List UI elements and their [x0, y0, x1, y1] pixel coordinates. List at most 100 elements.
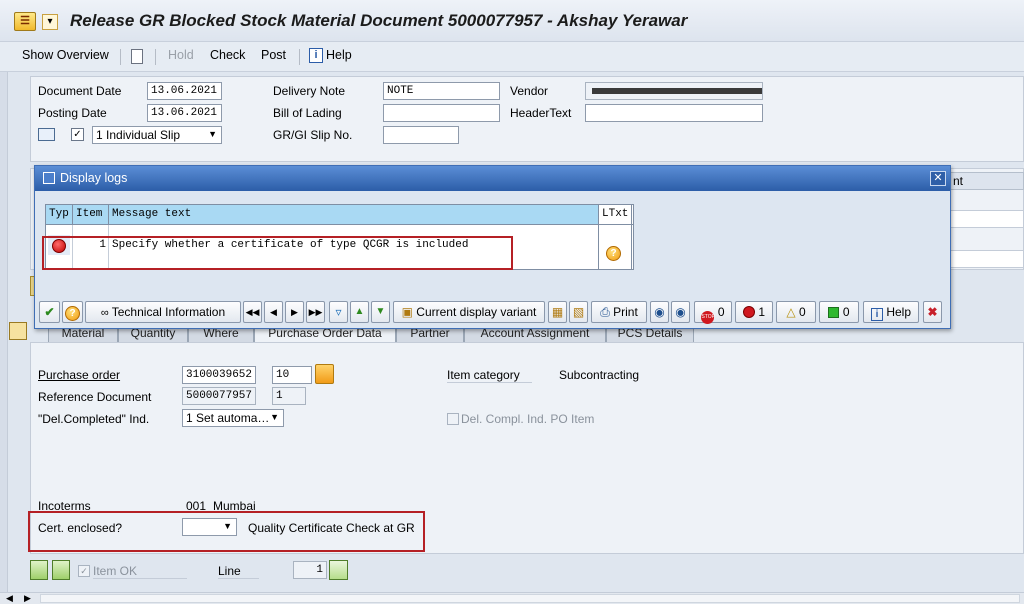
long-text-help-icon[interactable]: ? [606, 246, 621, 261]
sort-descending-icon[interactable]: ▼ [371, 301, 390, 323]
success-filter-button[interactable]: 0 [819, 301, 859, 323]
next-page-icon[interactable]: ▶ [285, 301, 304, 323]
error-filter-button[interactable]: 1 [735, 301, 773, 323]
print-button[interactable]: ⎙ Print [591, 301, 647, 323]
technical-information-button[interactable]: ∞ Technical Information [85, 301, 241, 323]
chevron-down-icon: ▼ [270, 412, 279, 422]
column-header-message[interactable]: Message text [109, 205, 599, 225]
chevron-down-icon: ▼ [223, 521, 232, 531]
vendor-field [585, 82, 763, 100]
application-toolbar: Show Overview Hold Check Post i Help [0, 42, 1024, 72]
del-completed-value: 1 Set automa… [186, 411, 270, 425]
cert-enclosed-select[interactable]: ▼ [182, 518, 237, 536]
column-header-ltxt[interactable]: LTxt [599, 205, 631, 225]
redaction-mark [592, 88, 762, 94]
table-cell [950, 210, 1024, 228]
delivery-note-field[interactable]: NOTE [383, 82, 500, 100]
header-text-label: HeaderText [510, 106, 572, 120]
question-icon: ? [65, 306, 80, 321]
first-page-icon[interactable]: ◀◀ [243, 301, 262, 323]
stop-filter-button[interactable]: STOP 0 [694, 301, 732, 324]
warning-icon: △ [786, 305, 796, 319]
choose-layout-icon[interactable]: ▦ [548, 301, 567, 323]
item-category-value: Subcontracting [559, 368, 640, 382]
delivery-note-label: Delivery Note [273, 84, 346, 98]
last-page-icon[interactable]: ▶▶ [306, 301, 325, 323]
filter-icon[interactable]: ▿ [329, 301, 348, 323]
purchase-order-label[interactable]: Purchase order [38, 368, 120, 382]
info-icon: i [870, 308, 883, 321]
dropdown-arrow-icon[interactable]: ▾ [42, 14, 58, 30]
continue-check-icon[interactable]: ✔ [39, 301, 60, 323]
warning-filter-button[interactable]: △ 0 [776, 301, 816, 323]
stop-icon: STOP [701, 311, 715, 324]
show-overview-button[interactable]: Show Overview [22, 48, 109, 62]
reference-document-label: Reference Document [38, 390, 152, 404]
transaction-menu-icon[interactable]: ☰ [14, 12, 36, 31]
po-display-icon[interactable] [315, 364, 334, 384]
find-icon[interactable]: ◉ [650, 301, 669, 323]
next-item-icon[interactable] [52, 560, 70, 580]
sort-ascending-icon[interactable]: ▲ [350, 301, 369, 323]
position-icon[interactable] [329, 560, 348, 580]
cancel-icon[interactable]: ✖ [923, 301, 942, 323]
error-count: 1 [758, 305, 766, 319]
close-icon[interactable]: ✕ [930, 171, 946, 186]
layout-icon: ▣ [401, 305, 417, 319]
toolbar-separator [299, 49, 300, 65]
post-button[interactable]: Post [261, 48, 286, 62]
new-document-icon[interactable] [131, 49, 143, 64]
column-header-fragment: nt [950, 172, 1024, 190]
del-compl-po-label: Del. Compl. Ind. PO Item [461, 412, 595, 426]
purchase-order-field[interactable]: 3100039652 [182, 366, 256, 384]
help-button[interactable]: i Help [863, 301, 919, 323]
scroll-thumb[interactable] [40, 594, 1020, 603]
printer-icon: ⎙ [600, 305, 614, 319]
column-header-item[interactable]: Item [73, 205, 109, 225]
stop-count: 0 [717, 305, 725, 319]
posting-date-label: Posting Date [38, 106, 107, 120]
hold-button[interactable]: Hold [168, 48, 194, 62]
vendor-label: Vendor [510, 84, 549, 98]
slip-option-select[interactable]: 1 Individual Slip ▼ [92, 126, 222, 144]
find-next-icon[interactable]: ◉ [671, 301, 690, 323]
highlight-box [42, 236, 513, 270]
scroll-left-icon[interactable]: ◀ [6, 593, 13, 604]
po-item-field[interactable]: 10 [272, 366, 312, 384]
dialog-toolbar: ✔ ? ∞ Technical Information ◀◀ ◀ ▶ ▶▶ ▿ … [39, 301, 946, 325]
previous-item-icon[interactable] [30, 560, 48, 580]
cert-enclosed-description: Quality Certificate Check at GR [248, 521, 415, 535]
left-border [0, 72, 8, 592]
dialog-title-bar: Display logs ✕ [35, 166, 950, 191]
del-completed-select[interactable]: 1 Set automa… ▼ [182, 409, 284, 427]
print-label: Print [613, 305, 638, 319]
bill-of-lading-field[interactable] [383, 104, 500, 122]
tab-list-icon[interactable] [9, 322, 27, 340]
technical-information-label: Technical Information [111, 305, 226, 319]
gr-gi-slip-label: GR/GI Slip No. [273, 128, 353, 142]
info-help-icon[interactable]: i [309, 48, 323, 63]
help-label: Help [886, 305, 912, 319]
horizontal-scrollbar[interactable]: ◀ ▶ [0, 592, 1024, 604]
posting-date-field[interactable]: 13.06.2021 [147, 104, 222, 122]
reference-item-field: 1 [272, 387, 306, 405]
current-display-variant-label: Current display variant [416, 305, 537, 319]
gr-gi-slip-field[interactable] [383, 126, 459, 144]
help-question-button[interactable]: ? [62, 301, 83, 323]
header-text-field[interactable] [585, 104, 763, 122]
document-date-field[interactable]: 13.06.2021 [147, 82, 222, 100]
print-checkbox[interactable]: ✓ [71, 128, 84, 141]
previous-page-icon[interactable]: ◀ [264, 301, 283, 323]
save-layout-icon[interactable]: ▧ [569, 301, 588, 323]
toolbar-separator [120, 49, 121, 65]
reference-document-field: 5000077957 [182, 387, 256, 405]
toolbar-separator [155, 49, 156, 65]
printer-icon[interactable] [38, 128, 55, 141]
current-display-variant-button[interactable]: ▣ Current display variant [393, 301, 545, 323]
item-category-label: Item category [447, 368, 532, 383]
check-button[interactable]: Check [210, 48, 245, 62]
scroll-right-icon[interactable]: ▶ [24, 593, 31, 604]
help-button[interactable]: Help [326, 48, 352, 62]
del-completed-label: "Del.Completed" Ind. [38, 412, 150, 426]
column-header-type[interactable]: Typ [46, 205, 73, 225]
